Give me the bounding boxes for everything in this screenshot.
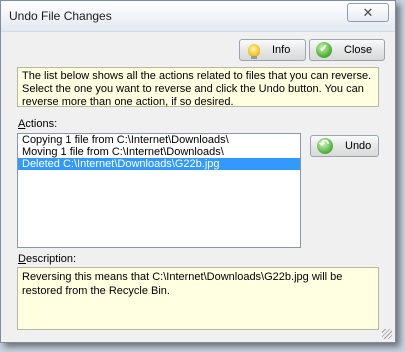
close-button-label: Close — [344, 44, 373, 56]
dialog-window: Undo File Changes ✕ Info Close The list … — [0, 0, 396, 343]
actions-label-text: ctions: — [25, 118, 58, 130]
close-icon: ✕ — [362, 4, 374, 20]
list-item[interactable]: Moving 1 file from C:\Internet\Downloads… — [18, 146, 300, 158]
toolbar: Info Close — [9, 35, 387, 64]
info-text-box: The list below shows all the actions rel… — [17, 67, 379, 108]
resize-grip[interactable] — [382, 329, 392, 339]
close-button[interactable]: Close — [309, 39, 385, 61]
window-close-button[interactable]: ✕ — [347, 3, 389, 22]
title-bar: Undo File Changes ✕ — [1, 1, 395, 32]
list-item[interactable]: Copying 1 file from C:\Internet\Download… — [18, 134, 300, 146]
undo-icon — [317, 137, 333, 154]
description-label: Description: — [18, 253, 76, 265]
description-label-text: escription: — [25, 253, 77, 265]
undo-button-label: Undo — [345, 140, 372, 152]
info-button-label: Info — [272, 44, 291, 56]
lightbulb-icon — [248, 43, 260, 59]
actions-list[interactable]: Copying 1 file from C:\Internet\Download… — [17, 133, 301, 248]
check-icon — [316, 42, 332, 58]
description-label-accelerator: D — [18, 253, 26, 265]
actions-label: Actions: — [18, 118, 57, 130]
window-title: Undo File Changes — [9, 9, 112, 23]
list-item-selected[interactable]: Deleted C:\Internet\Downloads\G22b.jpg — [18, 158, 300, 170]
description-box: Reversing this means that C:\Internet\Do… — [17, 267, 379, 330]
undo-button[interactable]: Undo — [310, 135, 379, 157]
info-button[interactable]: Info — [239, 39, 306, 61]
